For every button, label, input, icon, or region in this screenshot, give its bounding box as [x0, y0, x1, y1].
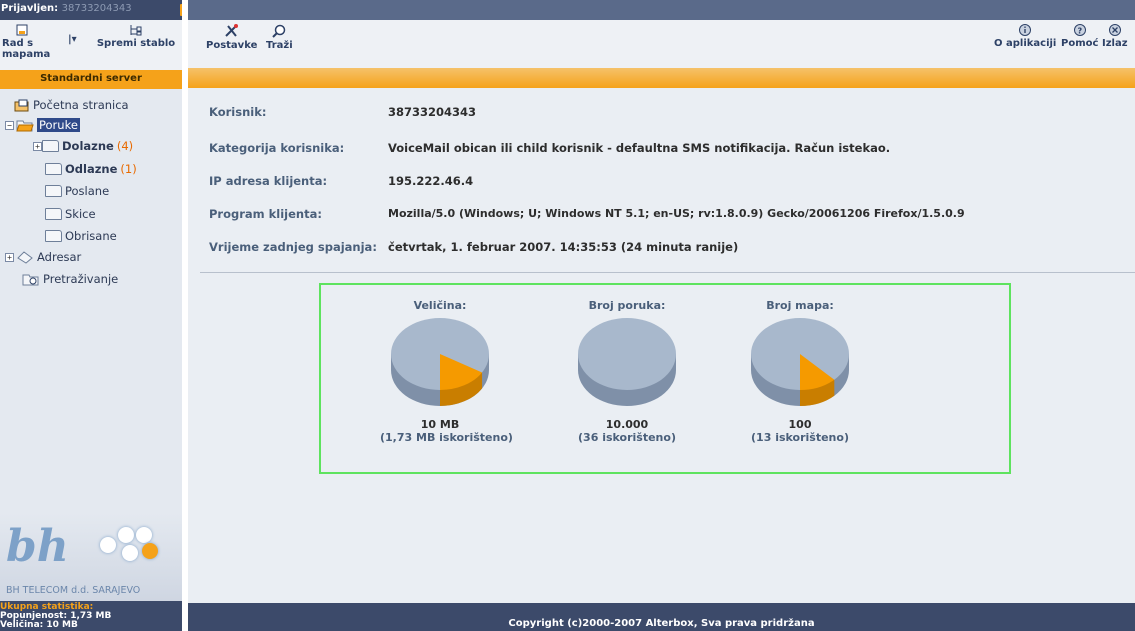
logo-dot [136, 527, 152, 543]
folder-page-icon [16, 24, 28, 36]
footer: Copyright (c)2000-2007 Alterbox, Sva pra… [188, 603, 1135, 631]
folder-icon [45, 208, 62, 220]
tree-item-search[interactable]: Pretraživanje [22, 272, 118, 286]
search-label: Traži [266, 40, 293, 51]
last-login-value: četvrtak, 1. februar 2007. 14:35:53 (24 … [388, 240, 739, 254]
exit-button[interactable]: Izlaz [1102, 24, 1128, 49]
tree-label-home: Početna stranica [33, 98, 129, 112]
expand-icon[interactable]: + [33, 141, 42, 151]
collapse-icon[interactable]: − [5, 120, 14, 130]
chart-used-messages: (36 iskorišteno) [578, 431, 676, 444]
user-label: Korisnik: [209, 105, 267, 119]
about-button[interactable]: O aplikaciji [994, 24, 1056, 49]
tree-item-deleted[interactable]: Obrisane [45, 229, 117, 243]
chart-caption-messages: 10.000 (36 iskorišteno) [567, 418, 687, 444]
save-tree-button[interactable]: Spremi stablo [96, 24, 176, 49]
logo-dot-orange [142, 543, 158, 559]
open-folder-icon [16, 120, 34, 132]
top-bar [188, 0, 1135, 20]
work-with-folders-label: Rad s mapama [2, 38, 51, 60]
logo-text: bh [6, 521, 69, 572]
chart-total-messages: 10.000 [605, 418, 649, 431]
home-icon [14, 99, 29, 112]
expand-icon[interactable]: + [5, 252, 14, 262]
size-value: 10 MB [46, 620, 78, 630]
tree-item-drafts[interactable]: Skice [45, 207, 96, 221]
info-icon [1019, 24, 1032, 36]
save-tree-label: Spremi stablo [96, 38, 176, 49]
user-value: 38733204343 [388, 105, 477, 119]
help-label: Pomoć [1061, 38, 1099, 49]
last-login-label: Vrijeme zadnjeg spajanja: [209, 240, 377, 254]
chart-caption-size: 10 MB (1,73 MB iskorišteno) [380, 418, 513, 444]
tree-item-outbox[interactable]: Odlazne (1) [45, 162, 137, 176]
usage-stats: Ukupna statistika: Popunjenost: 1,73 MB … [0, 601, 182, 631]
category-label: Kategorija korisnika: [209, 141, 345, 155]
category-value: VoiceMail obican ili child korisnik - de… [388, 141, 891, 155]
chart-used-folders: (13 iskorišteno) [751, 431, 849, 444]
tree-label-sent: Poslane [65, 184, 110, 198]
help-button[interactable]: ? Pomoć [1061, 24, 1098, 49]
company-logo: bh BH TELECOM d.d. SARAJEVO [0, 513, 182, 601]
chart-total-folders: 100 [788, 418, 812, 431]
svg-text:?: ? [1077, 27, 1082, 36]
tools-icon [224, 24, 238, 37]
folder-icon [45, 163, 62, 175]
folder-icon [45, 185, 62, 197]
folder-icon [45, 230, 62, 242]
close-icon [1108, 24, 1121, 36]
tree-label-drafts: Skice [65, 207, 96, 221]
ip-value: 195.222.46.4 [388, 174, 474, 188]
logged-in-bar: Prijavljen: 38733204343 [0, 0, 182, 20]
work-with-folders-button[interactable]: Rad s mapama [2, 24, 57, 60]
left-toolbar: Rad s mapama |▾ Spremi stablo [0, 20, 182, 70]
help-icon: ? [1073, 24, 1086, 36]
tree-label-address-book: Adresar [37, 250, 82, 264]
search-folder-icon [22, 274, 39, 286]
exit-label: Izlaz [1102, 38, 1128, 49]
main-panel: Postavke Traži O aplikaciji ? Pomoć Izla… [188, 0, 1135, 631]
logo-dot [122, 545, 138, 561]
settings-label: Postavke [206, 40, 258, 51]
tree-item-messages[interactable]: − Poruke [5, 118, 80, 132]
chart-total-size: 10 MB [420, 418, 460, 431]
tree-item-home[interactable]: Početna stranica [14, 98, 129, 112]
logged-in-label: Prijavljen: [1, 3, 59, 14]
program-value: Mozilla/5.0 (Windows; U; Windows NT 5.1;… [388, 207, 965, 220]
tree-label-deleted: Obrisane [65, 229, 117, 243]
chart-caption-folders: 100 (13 iskorišteno) [740, 418, 860, 444]
outbox-count: (1) [120, 162, 137, 176]
tree-icon [130, 25, 142, 36]
tree-item-address-book[interactable]: + Adresar [5, 250, 81, 264]
search-button[interactable]: Traži [266, 24, 293, 51]
pie-free-slice [578, 318, 676, 390]
folder-icon [42, 140, 59, 152]
about-label: O aplikaciji [994, 38, 1057, 49]
chart-used-size: (1,73 MB iskorišteno) [380, 431, 513, 444]
logo-dot [118, 527, 134, 543]
logo-dot [100, 537, 116, 553]
dropdown-arrow-icon[interactable]: |▾ [68, 34, 77, 45]
company-name: BH TELECOM d.d. SARAJEVO [6, 585, 141, 596]
program-label: Program klijenta: [209, 207, 322, 221]
tree-item-sent[interactable]: Poslane [45, 184, 109, 198]
user-number: 38733204343 [61, 3, 132, 14]
address-book-icon [17, 251, 33, 264]
tree-label-outbox: Odlazne [65, 162, 118, 176]
server-label: Standardni server [0, 70, 182, 89]
tree-label-inbox: Dolazne [62, 139, 114, 153]
tree-item-inbox[interactable]: + Dolazne (4) [33, 139, 133, 153]
ip-label: IP adresa klijenta: [209, 174, 328, 188]
size-label: Veličina: [0, 620, 44, 630]
left-panel: Prijavljen: 38733204343 Rad s mapama |▾ … [0, 0, 186, 631]
inbox-count: (4) [116, 139, 134, 153]
divider [200, 272, 1135, 273]
settings-button[interactable]: Postavke [206, 24, 257, 51]
tree-label-messages: Poruke [37, 118, 80, 132]
orange-band [188, 68, 1135, 88]
tree-label-search: Pretraživanje [43, 272, 119, 286]
main-toolbar: Postavke Traži O aplikaciji ? Pomoć Izla… [188, 20, 1135, 68]
statistics-box: Veličina: Broj poruka: Broj mapa: 10 MB … [319, 283, 1011, 474]
search-icon [272, 24, 286, 38]
